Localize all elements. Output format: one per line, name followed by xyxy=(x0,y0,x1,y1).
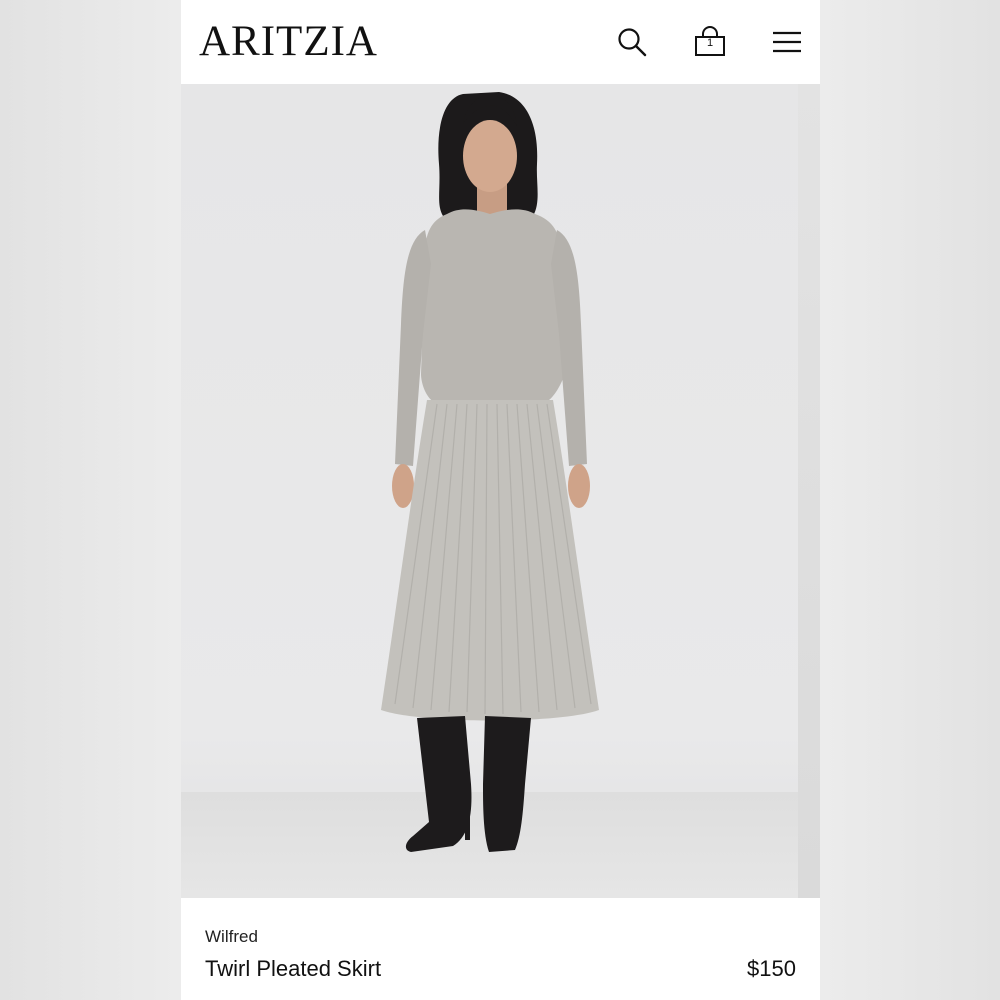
search-icon xyxy=(618,28,647,57)
shopping-bag-button[interactable]: 1 xyxy=(690,22,730,62)
bag-count-badge: 1 xyxy=(706,37,714,49)
hamburger-menu-icon xyxy=(773,31,801,53)
product-brand: Wilfred xyxy=(205,927,258,946)
site-header: ARITZIA 1 xyxy=(181,0,820,84)
product-image[interactable] xyxy=(181,84,820,898)
product-info[interactable]: Wilfred Twirl Pleated Skirt $150 xyxy=(181,898,820,1000)
aritzia-logo[interactable]: ARITZIA xyxy=(199,18,378,66)
model-illustration xyxy=(381,92,599,852)
menu-button[interactable] xyxy=(767,22,807,62)
app-screen: ARITZIA 1 Wilfred Twirl Pleated Skirt $1… xyxy=(181,0,820,1000)
product-name[interactable]: Twirl Pleated Skirt xyxy=(205,956,381,982)
search-button[interactable] xyxy=(612,22,652,62)
product-price: $150 xyxy=(747,956,796,981)
